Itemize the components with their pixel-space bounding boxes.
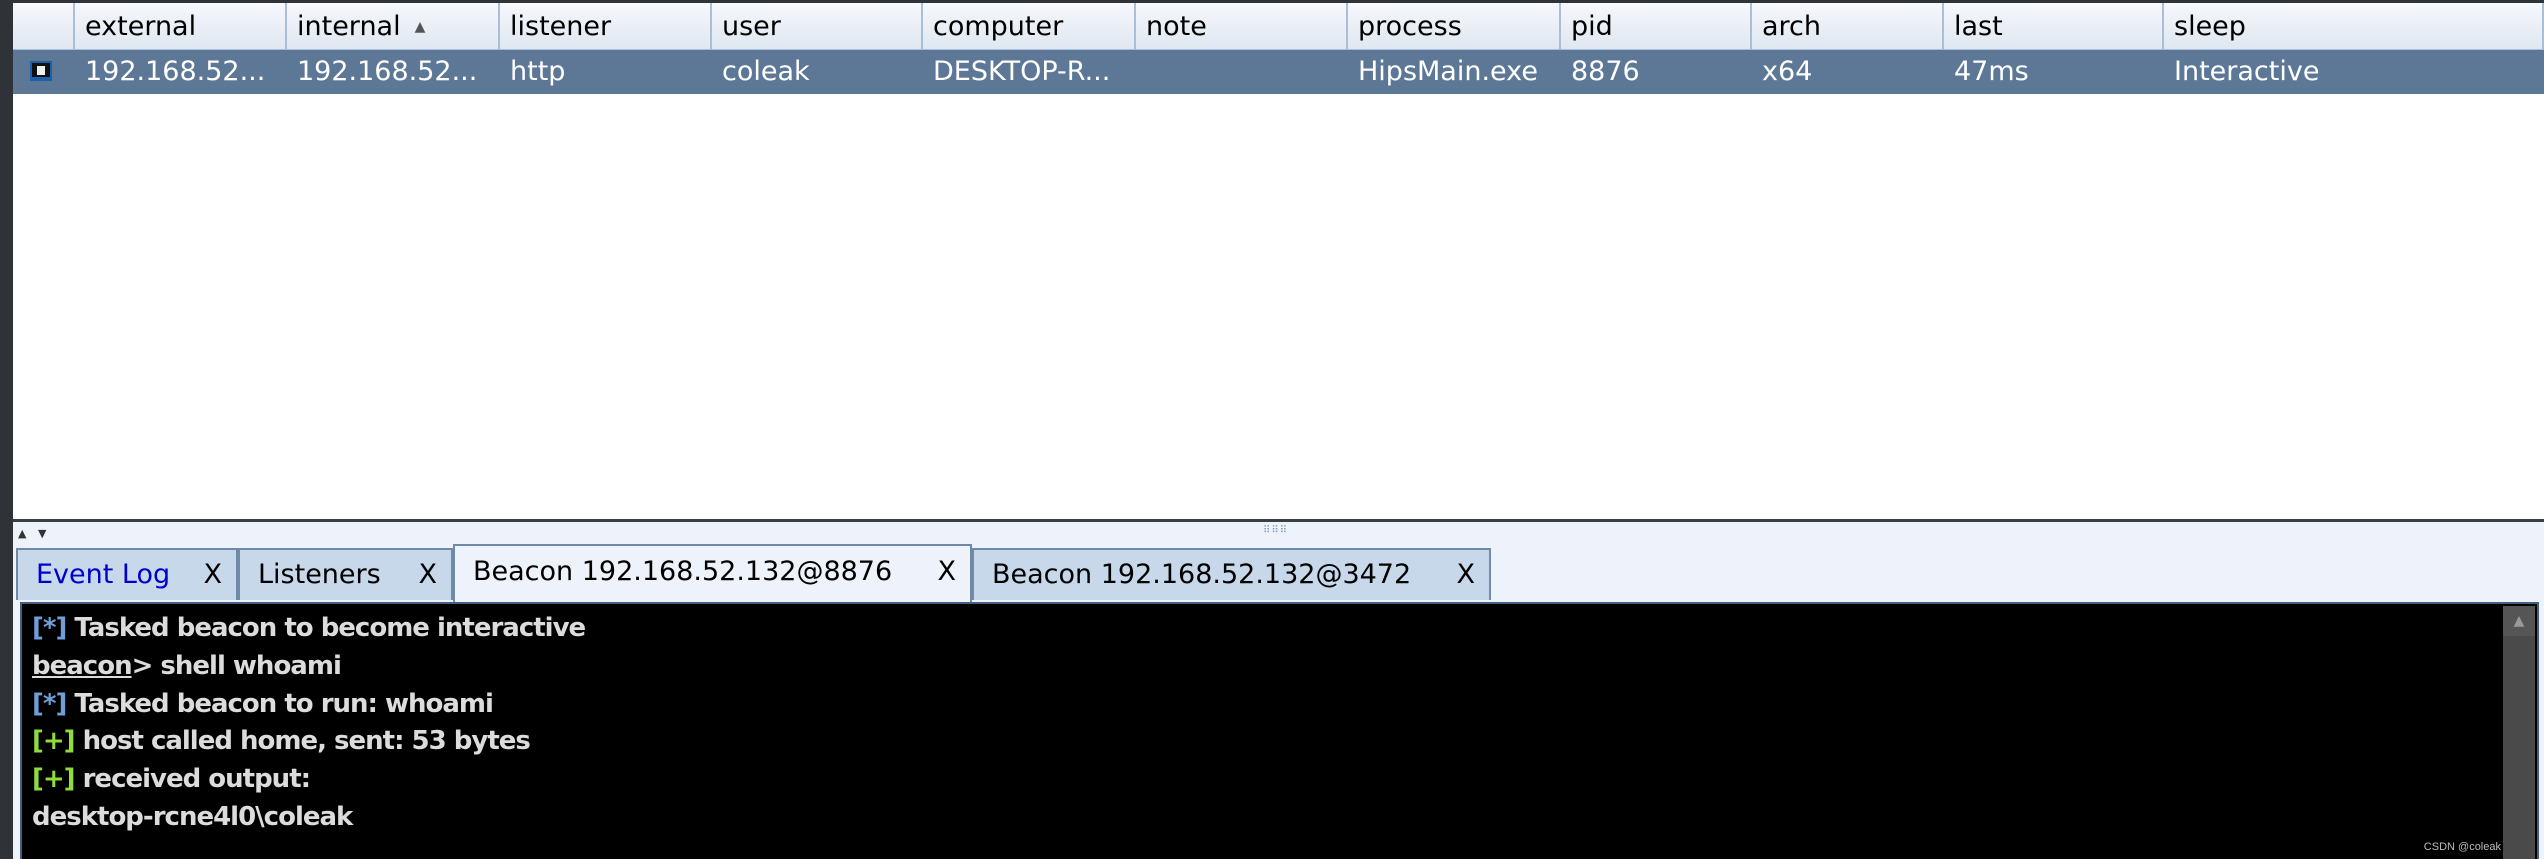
cell-internal: 192.168.52... <box>297 56 478 87</box>
tab-label: Beacon 192.168.52.132@8876 <box>473 556 893 587</box>
tab-close-button[interactable]: X <box>204 550 223 600</box>
beacon-row[interactable]: 192.168.52... 192.168.52... http coleak DESK… <box>13 50 2544 94</box>
cell-external: 192.168.52... <box>85 56 266 87</box>
tab-close-button[interactable]: X <box>419 550 438 600</box>
column-label: note <box>1146 11 1207 42</box>
line-text: > shell whoami <box>131 650 342 681</box>
column-label: computer <box>933 11 1064 42</box>
header-icon-column[interactable] <box>13 3 75 50</box>
beacon-computer-icon <box>30 61 52 81</box>
cell-listener: http <box>510 56 566 87</box>
console-line: desktop-rcne4l0\coleak <box>32 798 353 836</box>
tab-beacon-192-168-52-132-8876[interactable]: Beacon 192.168.52.132@8876 X <box>453 544 972 602</box>
column-header-user[interactable]: user <box>712 3 923 50</box>
cell-arch: x64 <box>1762 56 1813 87</box>
column-label: user <box>722 11 781 42</box>
splitter[interactable]: ▲ ▼ ⠿⠿⠿ <box>13 525 2544 548</box>
console-line: [*] Tasked beacon to become interactive <box>32 609 586 647</box>
column-label: process <box>1358 11 1462 42</box>
column-header-last[interactable]: last <box>1944 3 2164 50</box>
column-header-internal[interactable]: internal ▲ <box>287 3 500 50</box>
beacon-table: external internal ▲ listener user computer not… <box>13 3 2544 522</box>
console-line: beacon> shell whoami <box>32 647 342 685</box>
tab-label: Beacon 192.168.52.132@3472 <box>992 559 1412 590</box>
line-text: desktop-rcne4l0\coleak <box>32 802 353 832</box>
scroll-up-icon[interactable]: ▲ <box>2503 606 2535 636</box>
line-prefix: [+] <box>32 726 76 757</box>
line-text: Tasked beacon to run: whoami <box>66 688 493 719</box>
line-prefix: [*] <box>32 688 67 719</box>
column-label: listener <box>510 11 612 42</box>
line-text: host called home, sent: 53 bytes <box>74 726 531 757</box>
column-header-arch[interactable]: arch <box>1752 3 1944 50</box>
console-line: [+] received output: <box>32 760 311 798</box>
column-header-sleep[interactable]: sleep <box>2164 3 2544 50</box>
sort-ascending-icon: ▲ <box>414 19 426 35</box>
console-line: [+] host called home, sent: 53 bytes <box>32 722 531 760</box>
line-text: received output: <box>74 764 311 795</box>
column-header-computer[interactable]: computer <box>923 3 1136 50</box>
beacon-console[interactable]: [*] Tasked beacon to become interactive b… <box>20 602 2539 859</box>
column-label: external <box>85 11 197 42</box>
watermark: CSDN @coleak <box>2423 841 2501 853</box>
console-scrollbar[interactable]: ▲ <box>2503 606 2535 859</box>
column-label: arch <box>1762 11 1822 42</box>
column-header-pid[interactable]: pid <box>1561 3 1752 50</box>
cell-computer: DESKTOP-R... <box>933 56 1111 87</box>
collapse-down-icon[interactable]: ▼ <box>38 527 46 540</box>
tab-label: Listeners <box>258 559 381 590</box>
tab-close-button[interactable]: X <box>1457 550 1476 600</box>
cell-note <box>1136 50 1348 94</box>
console-line: [*] Tasked beacon to run: whoami <box>32 685 494 723</box>
console-prompt: beacon <box>32 650 133 681</box>
column-header-listener[interactable]: listener <box>500 3 712 50</box>
cell-user: coleak <box>722 56 810 87</box>
tab-beacon-192-168-52-132-3472[interactable]: Beacon 192.168.52.132@3472 X <box>972 548 1491 600</box>
tab-label: Event Log <box>36 559 171 590</box>
column-label: internal <box>297 11 401 42</box>
line-prefix: [*] <box>32 613 67 643</box>
column-label: sleep <box>2174 11 2246 42</box>
tab-listeners[interactable]: Listeners X <box>238 548 453 600</box>
tab-event-log[interactable]: Event Log X <box>16 548 238 600</box>
cell-pid: 8876 <box>1571 56 1640 87</box>
splitter-grip-icon[interactable]: ⠿⠿⠿ <box>1263 525 1288 536</box>
line-prefix: [+] <box>32 764 76 795</box>
column-header-note[interactable]: note <box>1136 3 1348 50</box>
cell-sleep: Interactive <box>2174 56 2320 87</box>
cobalt-strike-window: external internal ▲ listener user computer not… <box>13 3 2544 859</box>
cell-process: HipsMain.exe <box>1358 56 1538 87</box>
line-text: Tasked beacon to become interactive <box>66 613 586 643</box>
column-label: pid <box>1571 11 1613 42</box>
cell-last: 47ms <box>1954 56 2029 87</box>
column-header-process[interactable]: process <box>1348 3 1561 50</box>
collapse-up-icon[interactable]: ▲ <box>18 527 26 540</box>
column-header-external[interactable]: external <box>75 3 287 50</box>
tab-close-button[interactable]: X <box>938 546 957 598</box>
column-label: last <box>1954 11 2003 42</box>
